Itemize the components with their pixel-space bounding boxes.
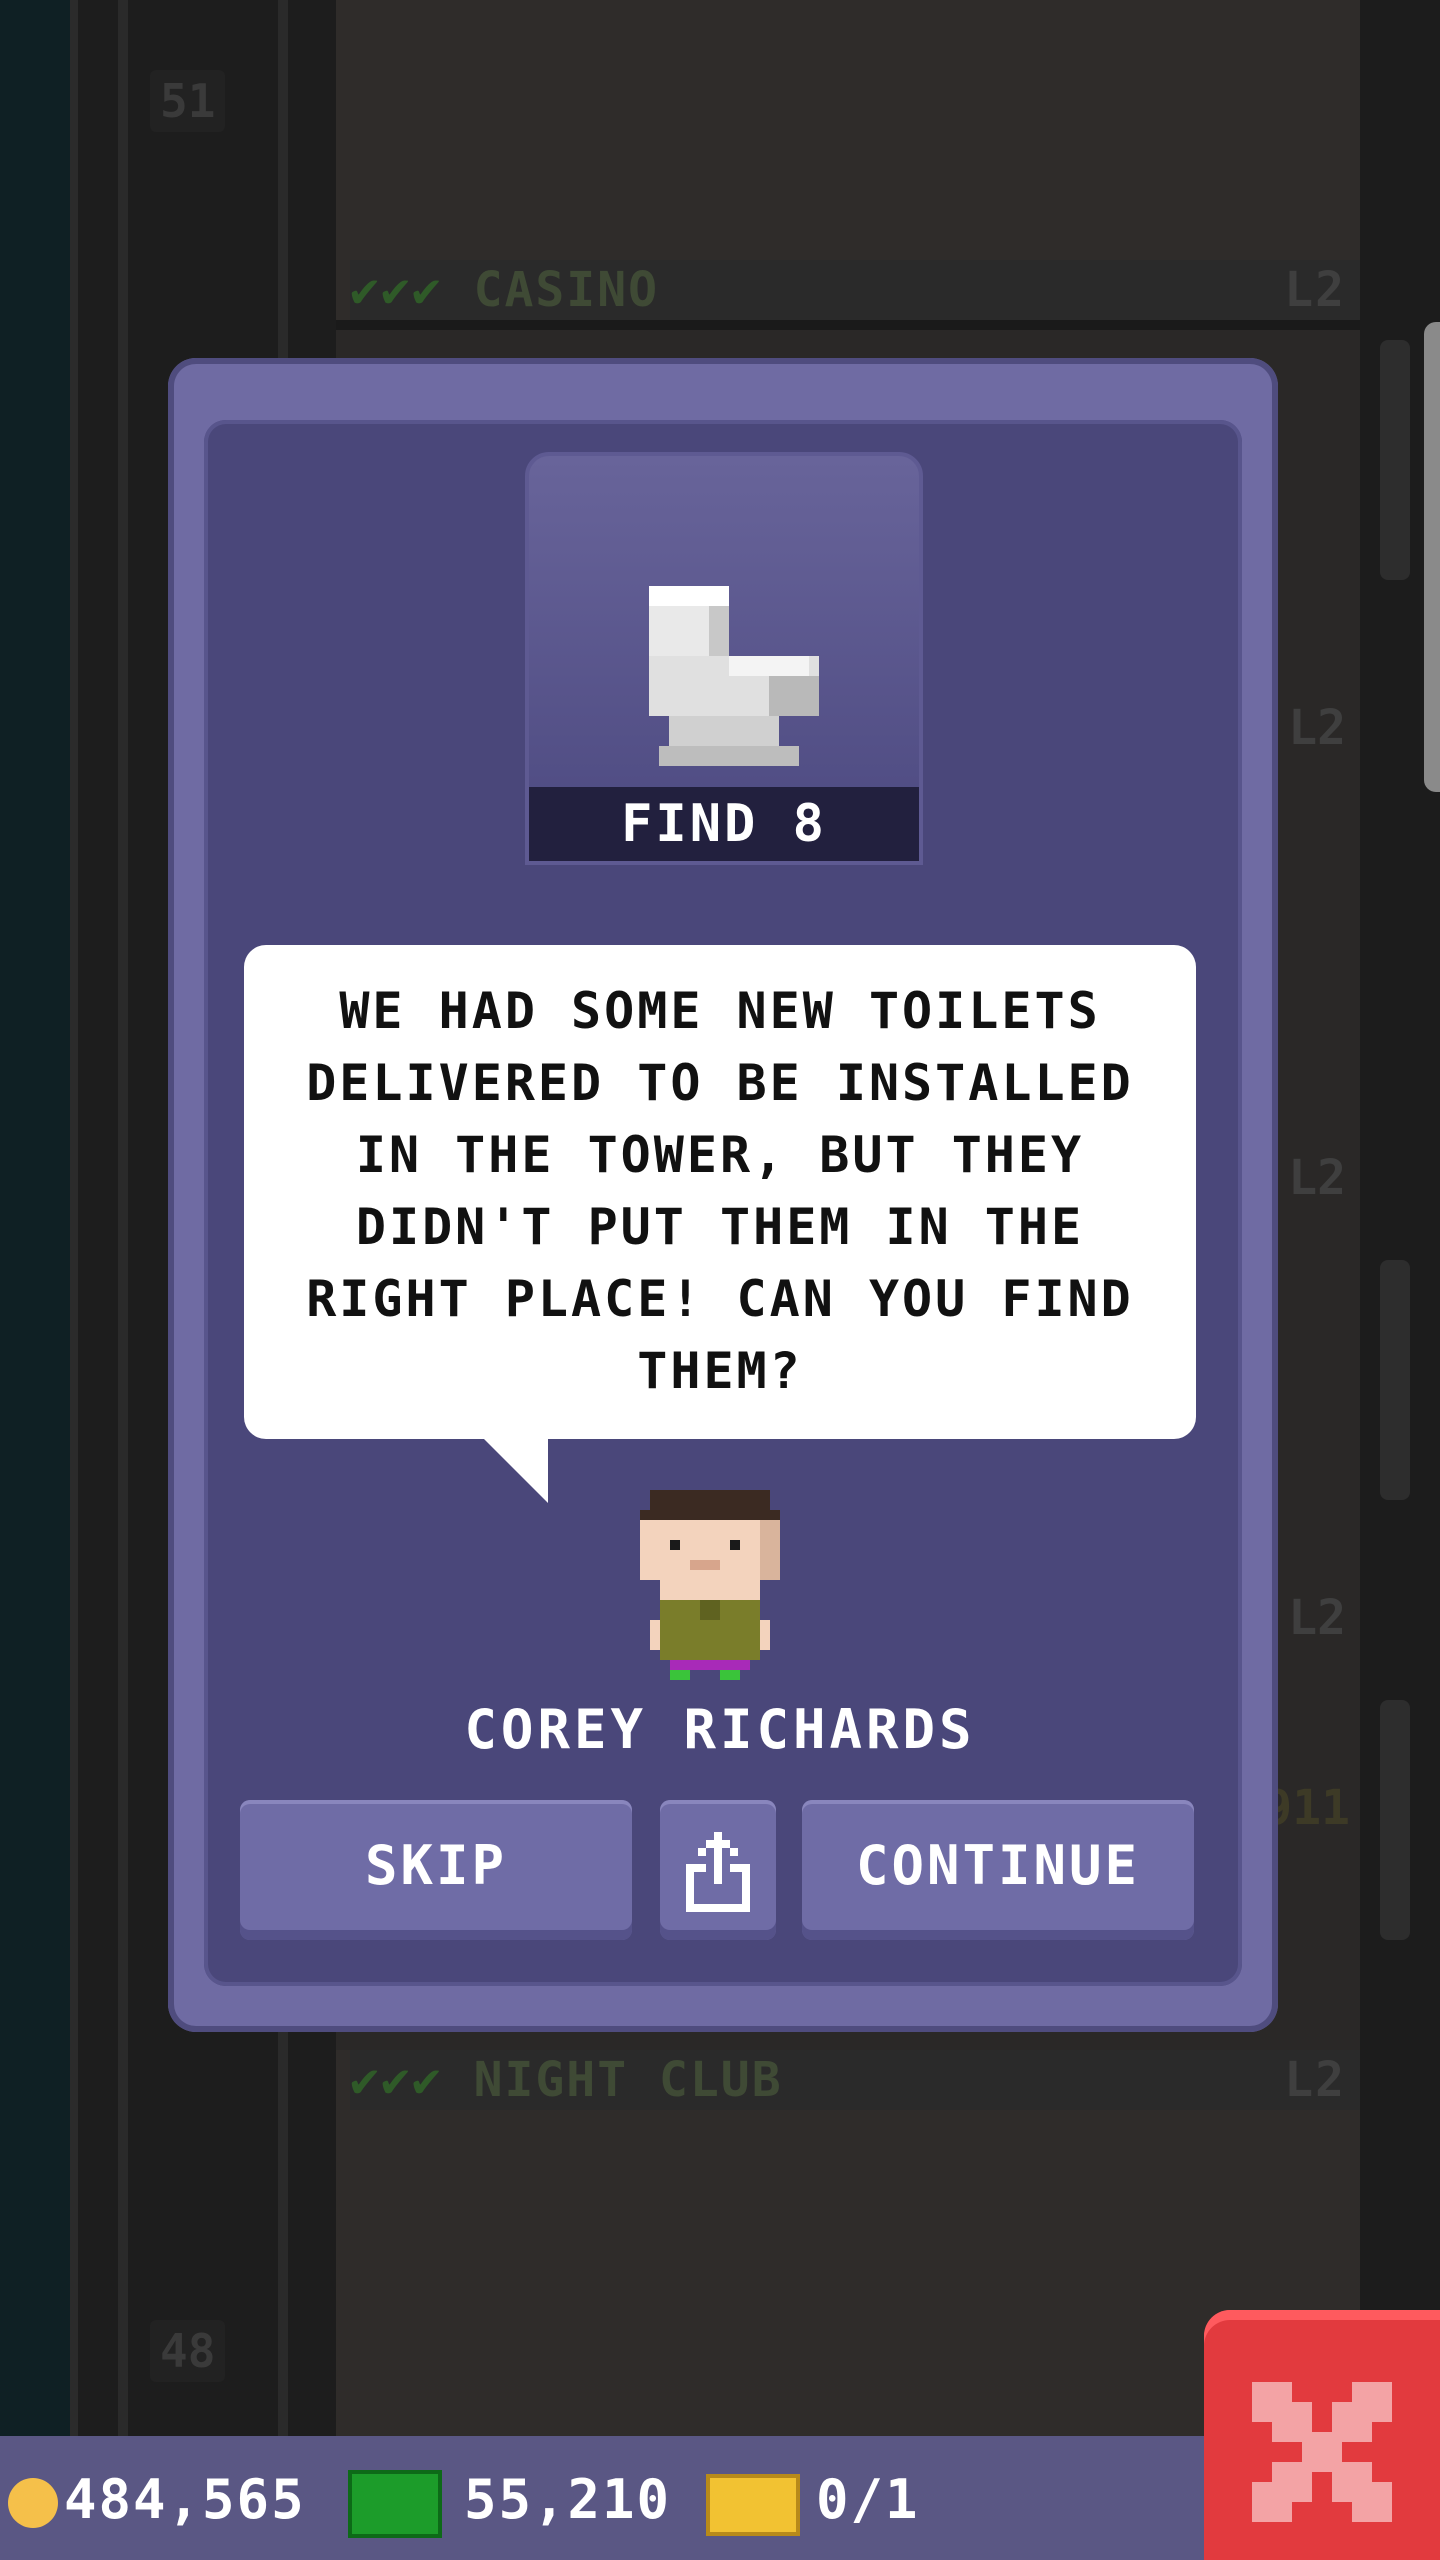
room-level: L2	[1288, 700, 1346, 756]
pipe	[1380, 340, 1410, 580]
room-level: L2	[1284, 262, 1346, 318]
left-edge	[0, 0, 70, 2440]
speech-bubble-tail	[484, 1439, 548, 1503]
find-goal-label: FIND 8	[529, 787, 919, 861]
pipe	[1380, 1260, 1410, 1500]
room-name: NIGHT CLUB	[473, 2052, 783, 2108]
skip-button[interactable]: SKIP	[240, 1800, 632, 1940]
mission-message: WE HAD SOME NEW TOILETS DELIVERED TO BE …	[306, 982, 1134, 1400]
bux-icon	[348, 2470, 442, 2538]
floor-number: 48	[150, 2320, 226, 2382]
close-button[interactable]	[1204, 2310, 1440, 2560]
mission-item-card: FIND 8	[525, 452, 923, 865]
room-label: ✔✔✔ CASINO L2	[350, 260, 1360, 320]
elevator-rail	[118, 0, 128, 2440]
room-label: ✔✔✔ NIGHT CLUB L2	[350, 2050, 1360, 2110]
bux-count: 55,210	[464, 2468, 672, 2531]
character-avatar	[640, 1490, 780, 1680]
room-name: CASINO	[473, 262, 659, 318]
continue-button[interactable]: CONTINUE	[802, 1800, 1194, 1940]
pipe	[1380, 1700, 1410, 1940]
ticket-count: 0/1	[816, 2468, 920, 2531]
character-name: COREY RICHARDS	[464, 1698, 976, 1761]
side-drawer-handle[interactable]	[1424, 322, 1440, 792]
checkmarks: ✔✔✔	[350, 2052, 443, 2108]
checkmarks: ✔✔✔	[350, 262, 443, 318]
close-icon	[1252, 2382, 1392, 2522]
room-level: L2	[1288, 1590, 1346, 1646]
room-level: L2	[1284, 2052, 1346, 2108]
share-icon	[686, 1832, 750, 1912]
share-button[interactable]	[660, 1800, 776, 1940]
speech-bubble: WE HAD SOME NEW TOILETS DELIVERED TO BE …	[244, 945, 1196, 1503]
floor-number: 51	[150, 70, 226, 132]
ticket-icon	[706, 2474, 800, 2536]
coin-count: 484,565	[64, 2468, 306, 2531]
room-casino[interactable]: ✔✔✔ CASINO L2	[336, 0, 1360, 330]
coin-icon	[8, 2478, 58, 2528]
room-level: L2	[1288, 1150, 1346, 1206]
toilet-icon	[649, 586, 819, 766]
